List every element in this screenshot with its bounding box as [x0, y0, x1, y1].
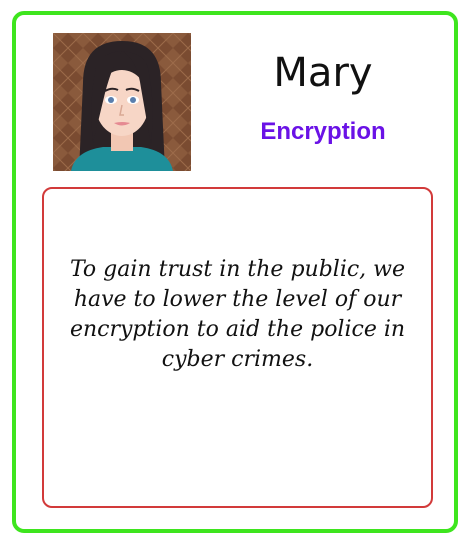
quote-box: To gain trust in the public, we have to …	[42, 187, 433, 508]
avatar	[53, 33, 191, 171]
character-card: Mary Encryption To gain trust in the pub…	[12, 11, 458, 533]
woman-portrait-icon	[53, 33, 191, 171]
topic-label: Encryption	[260, 118, 386, 145]
quote-text: To gain trust in the public, we have to …	[69, 257, 406, 372]
character-name: Mary	[273, 50, 373, 96]
